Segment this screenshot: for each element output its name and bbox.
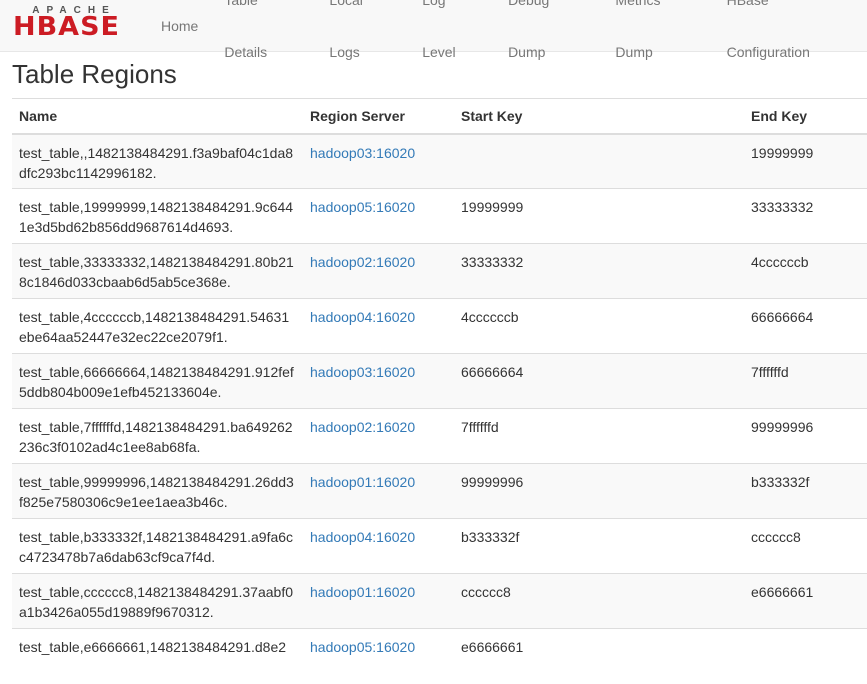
region-name: test_table,,1482138484291.f3a9baf04c1da8… [19, 144, 294, 181]
table-row: test_table,e6666661,1482138484291.d8e2 h… [12, 628, 867, 684]
header-region-server: Region Server [303, 98, 454, 135]
region-name: test_table,e6666661,1482138484291.d8e2 [19, 639, 287, 655]
region-name-cell: test_table,4ccccccb,1482138484291.54631e… [12, 298, 303, 354]
region-server-cell: hadoop05:16020 [303, 188, 454, 244]
end-key-cell: 7ffffffd [744, 353, 867, 409]
region-name: test_table,66666664,1482138484291.912fef… [19, 364, 294, 400]
start-key-cell: 66666664 [454, 353, 744, 409]
start-key-cell: 7ffffffd [454, 408, 744, 464]
region-name: test_table,99999996,1482138484291.26dd3f… [19, 474, 294, 510]
end-key-cell: 19999999 [744, 133, 867, 189]
nav-debug-dump[interactable]: Debug Dump [495, 0, 602, 78]
nav-links: Home Table Details Local Logs Log Level … [148, 0, 867, 60]
region-name-cell: test_table,99999996,1482138484291.26dd3f… [12, 463, 303, 519]
region-server-link[interactable]: hadoop02:16020 [310, 254, 415, 270]
start-key-cell: 4ccccccb [454, 298, 744, 354]
region-server-link[interactable]: hadoop04:16020 [310, 309, 415, 325]
region-server-cell: hadoop03:16020 [303, 353, 454, 409]
region-name: test_table,b333332f,1482138484291.a9fa6c… [19, 529, 294, 565]
region-server-link[interactable]: hadoop05:16020 [310, 199, 415, 215]
table-row: test_table,99999996,1482138484291.26dd3f… [12, 463, 867, 519]
region-name-cell: test_table,cccccc8,1482138484291.37aabf0… [12, 573, 303, 629]
region-server-cell: hadoop03:16020 [303, 133, 454, 189]
start-key-cell: e6666661 [454, 628, 744, 684]
start-key-cell: 33333332 [454, 243, 744, 299]
page-title: Table Regions [12, 59, 177, 89]
region-server-cell: hadoop05:16020 [303, 628, 454, 684]
nav-local-logs[interactable]: Local Logs [316, 0, 409, 78]
nav-home[interactable]: Home [148, 0, 211, 52]
end-key-cell: 66666664 [744, 298, 867, 354]
nav-table-details[interactable]: Table Details [211, 0, 316, 78]
start-key-cell: cccccc8 [454, 573, 744, 629]
region-server-link[interactable]: hadoop04:16020 [310, 529, 415, 545]
table-row: test_table,4ccccccb,1482138484291.54631e… [12, 298, 867, 354]
logo-hbase-text: HBASE [13, 12, 120, 42]
region-name-cell: test_table,19999999,1482138484291.9c6441… [12, 188, 303, 244]
table-header-row: Name Region Server Start Key End Key [12, 98, 867, 135]
region-server-cell: hadoop02:16020 [303, 408, 454, 464]
region-name-cell: test_table,7ffffffd,1482138484291.ba6492… [12, 408, 303, 464]
region-server-cell: hadoop01:16020 [303, 463, 454, 519]
end-key-cell [744, 628, 867, 684]
region-server-cell: hadoop04:16020 [303, 518, 454, 574]
start-key-cell: 19999999 [454, 188, 744, 244]
end-key-cell: b333332f [744, 463, 867, 519]
end-key-cell: cccccc8 [744, 518, 867, 574]
start-key-cell: b333332f [454, 518, 744, 574]
end-key-cell: 33333332 [744, 188, 867, 244]
region-name-cell: test_table,,1482138484291.f3a9baf04c1da8… [12, 133, 303, 189]
region-name: test_table,4ccccccb,1482138484291.54631e… [19, 309, 290, 345]
nav-log-level[interactable]: Log Level [409, 0, 495, 78]
region-server-link[interactable]: hadoop01:16020 [310, 584, 415, 600]
region-server-link[interactable]: hadoop02:16020 [310, 419, 415, 435]
end-key-cell: e6666661 [744, 573, 867, 629]
hbase-logo[interactable]: APACHE HBASE [13, 6, 135, 42]
region-name-cell: test_table,e6666661,1482138484291.d8e2 [12, 628, 303, 684]
table-row: test_table,19999999,1482138484291.9c6441… [12, 188, 867, 244]
header-start-key: Start Key [454, 98, 744, 135]
region-server-cell: hadoop01:16020 [303, 573, 454, 629]
header-end-key: End Key [744, 98, 867, 135]
region-name-cell: test_table,66666664,1482138484291.912fef… [12, 353, 303, 409]
header-name: Name [12, 98, 303, 135]
region-server-link[interactable]: hadoop05:16020 [310, 639, 415, 655]
region-name: test_table,cccccc8,1482138484291.37aabf0… [19, 584, 293, 620]
end-key-cell: 4ccccccb [744, 243, 867, 299]
region-server-link[interactable]: hadoop01:16020 [310, 474, 415, 490]
region-name: test_table,33333332,1482138484291.80b218… [19, 254, 294, 290]
region-name: test_table,19999999,1482138484291.9c6441… [19, 199, 294, 235]
table-row: test_table,,1482138484291.f3a9baf04c1da8… [12, 133, 867, 189]
start-key-cell: 99999996 [454, 463, 744, 519]
table-row: test_table,b333332f,1482138484291.a9fa6c… [12, 518, 867, 574]
table-row: test_table,66666664,1482138484291.912fef… [12, 353, 867, 409]
nav-hbase-configuration[interactable]: HBase Configuration [714, 0, 867, 78]
region-server-cell: hadoop04:16020 [303, 298, 454, 354]
start-key-cell [454, 133, 744, 189]
regions-table: Name Region Server Start Key End Key tes… [12, 98, 867, 684]
region-server-link[interactable]: hadoop03:16020 [310, 364, 415, 380]
nav-metrics-dump[interactable]: Metrics Dump [602, 0, 713, 78]
table-row: test_table,cccccc8,1482138484291.37aabf0… [12, 573, 867, 629]
region-name: test_table,7ffffffd,1482138484291.ba6492… [19, 419, 293, 455]
region-name-cell: test_table,33333332,1482138484291.80b218… [12, 243, 303, 299]
region-server-link[interactable]: hadoop03:16020 [310, 145, 415, 161]
region-server-cell: hadoop02:16020 [303, 243, 454, 299]
table-row: test_table,33333332,1482138484291.80b218… [12, 243, 867, 299]
top-navbar: APACHE HBASE Home Table Details Local Lo… [0, 0, 867, 60]
region-name-cell: test_table,b333332f,1482138484291.a9fa6c… [12, 518, 303, 574]
end-key-cell: 99999996 [744, 408, 867, 464]
table-row: test_table,7ffffffd,1482138484291.ba6492… [12, 408, 867, 464]
